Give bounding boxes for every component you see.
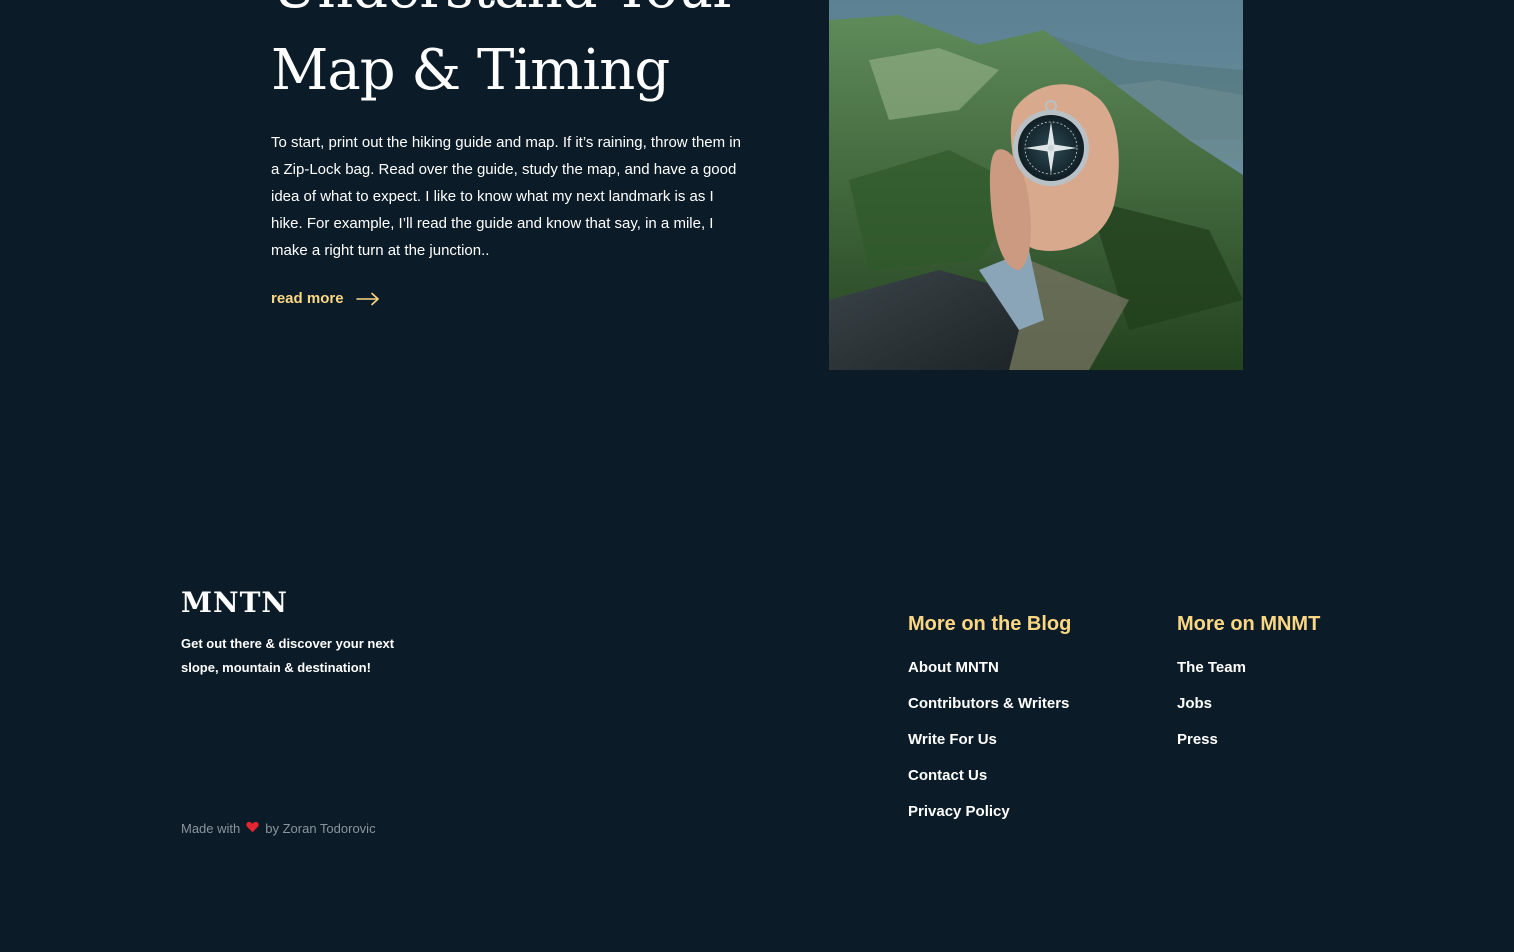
- footer-link-jobs[interactable]: Jobs: [1177, 694, 1320, 730]
- heart-icon: [246, 821, 259, 836]
- credit-prefix: Made with: [181, 821, 241, 836]
- footer-link-about[interactable]: About MNTN: [908, 658, 1071, 694]
- footer-column-heading: More on MNMT: [1177, 613, 1321, 635]
- footer-credit: Made with by Zoran Todorovic: [181, 821, 376, 836]
- article-title-line-2: Map & Timing: [271, 38, 670, 103]
- footer-column-mnmt: More on MNMT The Team Jobs Press: [1177, 610, 1320, 766]
- article-body: To start, print out the hiking guide and…: [271, 134, 741, 259]
- footer-link-team[interactable]: The Team: [1177, 658, 1320, 694]
- footer-link-contributors[interactable]: Contributors & Writers: [908, 694, 1071, 730]
- read-more-label: read more: [271, 290, 344, 307]
- credit-suffix: by Zoran Todorovic: [265, 821, 376, 836]
- arrow-right-icon: [355, 292, 380, 306]
- footer-tagline: Get out there & discover your next slope…: [181, 636, 395, 675]
- article-title-line-1: Understand Your: [271, 0, 791, 30]
- article-title: Understand Your Map & Timing: [271, 0, 791, 112]
- read-more-link[interactable]: read more: [271, 290, 380, 307]
- compass-hand-photo: [829, 0, 1243, 370]
- footer-link-contact[interactable]: Contact Us: [908, 766, 1071, 802]
- footer-link-privacy[interactable]: Privacy Policy: [908, 802, 1071, 838]
- footer-link-press[interactable]: Press: [1177, 730, 1320, 766]
- footer-link-write-for-us[interactable]: Write For Us: [908, 730, 1071, 766]
- footer-column-blog: More on the Blog About MNTN Contributors…: [908, 610, 1071, 838]
- footer-column-heading: More on the Blog: [908, 613, 1072, 635]
- brand-logo[interactable]: MNTN: [181, 586, 288, 620]
